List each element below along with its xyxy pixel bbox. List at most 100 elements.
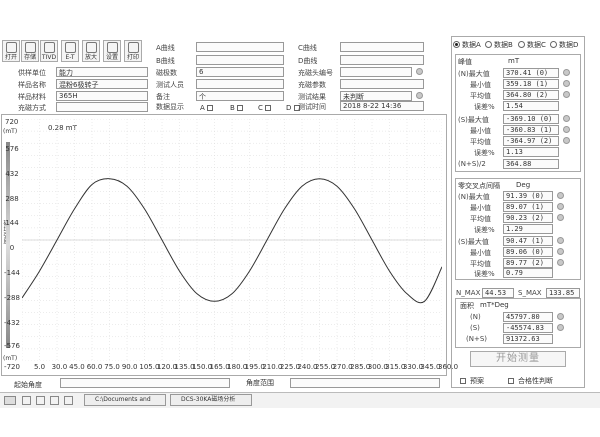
time-field[interactable]: 2018 8-22 14:36 (340, 101, 424, 111)
y-tick-label: 432 (5, 170, 19, 178)
row-value: 1.29 (503, 224, 553, 234)
chart-grid (22, 119, 442, 361)
supplier-field[interactable]: 能力 (56, 67, 148, 77)
row-value: 91372.63 (503, 334, 553, 344)
row-value: -360.83 (1) (503, 125, 559, 135)
row-label: (S) (470, 324, 480, 332)
toolbar: 打开 存储 TIVD E-T 放大 设置 打印 (0, 38, 150, 64)
row-value: 89.77 (2) (503, 258, 553, 268)
quicklaunch-icon[interactable] (22, 396, 31, 405)
y-tick-label: 144 (5, 219, 19, 227)
tab-data-d-radio[interactable] (550, 41, 557, 48)
probe-param-label: 充磁参数 (298, 81, 326, 89)
row-label: (N+S) (466, 335, 488, 343)
curve-b-field[interactable] (196, 55, 284, 65)
tab-data-d[interactable]: 数据D (559, 40, 578, 50)
tivd-button[interactable]: TIVD (40, 40, 58, 62)
display-check-b[interactable]: B (230, 104, 244, 112)
row-value: -369.10 (0) (503, 114, 559, 124)
status-dot (557, 214, 564, 221)
row-label: 最小值 (470, 204, 491, 212)
row-value: 370.41 (0) (503, 68, 559, 78)
tab-data-a[interactable]: 数据A (462, 40, 481, 50)
probe-param-field[interactable] (340, 79, 424, 89)
row-value: 1.54 (503, 101, 559, 111)
et-button[interactable]: E-T (61, 40, 79, 62)
zoom-button[interactable]: 放大 (82, 40, 100, 62)
checkbox[interactable] (237, 105, 244, 111)
row-value: 0.79 (503, 268, 553, 278)
start-angle-label: 起始角度 (14, 381, 42, 389)
settings-button[interactable]: 设置 (103, 40, 121, 62)
curve-c-field[interactable] (340, 42, 424, 52)
zero-cross-title: 零交叉点间隔 (458, 182, 500, 190)
result-label: 测试结果 (298, 93, 326, 101)
result-field[interactable]: 未判断 (340, 91, 412, 101)
probe-indicator (416, 68, 423, 75)
row-value: -364.97 (2) (503, 136, 559, 146)
status-dot (563, 115, 570, 122)
qualification-label: 合格性判断 (518, 377, 553, 385)
row-label: 平均值 (470, 138, 491, 146)
display-check-c[interactable]: C (258, 104, 272, 112)
row-value: 90.47 (1) (503, 236, 553, 246)
row-value: 91.39 (0) (503, 191, 553, 201)
area-title: 面积 (460, 302, 474, 310)
qualification-checkbox[interactable] (508, 378, 514, 384)
curve-b-label: B曲线 (156, 57, 175, 65)
charge-field[interactable] (56, 102, 148, 112)
tab-data-b-radio[interactable] (485, 41, 492, 48)
quicklaunch-icon[interactable] (36, 396, 45, 405)
status-dot (557, 237, 564, 244)
checkbox[interactable] (265, 105, 272, 111)
probe-no-field[interactable] (340, 67, 412, 77)
y-tick-label: -720 (4, 363, 20, 371)
curve-a-field[interactable] (196, 42, 284, 52)
start-angle-field[interactable] (60, 378, 230, 388)
row-value: 1.13 (503, 147, 559, 157)
curve-d-field[interactable] (340, 55, 424, 65)
tab-data-b[interactable]: 数据B (494, 40, 513, 50)
nmax-label: N_MAX (456, 289, 481, 297)
plan-label: 预案 (470, 377, 484, 385)
tab-data-c-radio[interactable] (518, 41, 525, 48)
tab-data-c[interactable]: 数据C (527, 40, 546, 50)
row-label: 平均值 (470, 92, 491, 100)
sample-name-field[interactable]: 混粉6极转子 (56, 79, 148, 89)
status-dot (557, 259, 564, 266)
save-button[interactable]: 存储 (21, 40, 39, 62)
status-dot (563, 80, 570, 87)
data-tabs: 数据A 数据B 数据C 数据D (453, 40, 583, 50)
quicklaunch-icon[interactable] (50, 396, 59, 405)
flag-icon (44, 42, 55, 53)
taskbar-item-explorer[interactable]: C:\Documents and (84, 394, 166, 406)
status-dot (557, 324, 564, 331)
magnetic-pole-label: 磁极数 (156, 69, 177, 77)
start-icon[interactable] (4, 396, 16, 405)
note-field[interactable]: 个 (196, 91, 284, 101)
x-tick-label: 45.0 (69, 363, 85, 371)
display-check-a[interactable]: A (200, 104, 214, 112)
checkbox[interactable] (207, 105, 214, 111)
peak-unit: mT (508, 57, 520, 65)
open-button[interactable]: 打开 (2, 40, 20, 62)
x-tick-label: 5.0 (34, 363, 46, 371)
y-tick-label: 0 (9, 244, 15, 252)
row-label: 误差% (474, 226, 495, 234)
status-dot (563, 69, 570, 76)
sample-name-label: 样品名称 (18, 81, 46, 89)
x-tick-label: 60.0 (86, 363, 103, 371)
row-value: 90.23 (2) (503, 213, 553, 223)
taskbar-item-app[interactable]: DCS-30KA磁场分析 (170, 394, 252, 406)
y-tick-label: -432 (4, 319, 20, 327)
material-field[interactable]: 365H (56, 91, 148, 101)
start-measure-button[interactable]: 开始测量 (470, 351, 566, 367)
tab-data-a-radio[interactable] (453, 41, 460, 48)
status-dot (557, 248, 564, 255)
quicklaunch-icon[interactable] (64, 396, 73, 405)
angle-range-field[interactable] (290, 378, 440, 388)
magnetic-pole-field[interactable]: 6 (196, 67, 284, 77)
print-button[interactable]: 打印 (124, 40, 142, 62)
plan-checkbox[interactable] (460, 378, 466, 384)
tester-field[interactable] (196, 79, 284, 89)
